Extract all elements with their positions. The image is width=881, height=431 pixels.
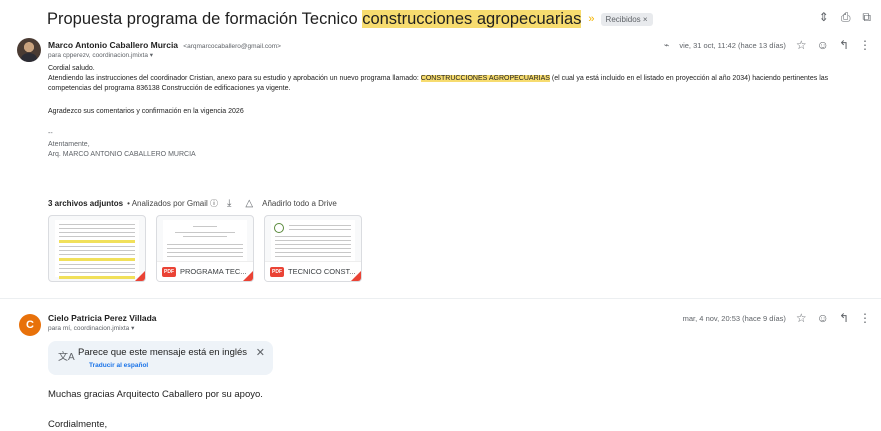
body-thanks: Agradezco sus comentarios y confirmación… (48, 108, 244, 115)
add-to-drive-button[interactable]: Añadirlo todo a Drive (262, 199, 337, 208)
sender-line-2: Cielo Patricia Perez Villada (48, 313, 157, 323)
attachment-thumbnail-2[interactable]: PDF PROGRAMA TEC... (156, 215, 254, 282)
thread-actions: ⇕ ⎙ ⧉ (819, 10, 871, 25)
email-subject: Propuesta programa de formación Tecnico … (47, 9, 582, 28)
signature-name: Arq. MARCO ANTONIO CABALLERO MURCIA (48, 151, 196, 158)
pdf-icon: PDF (162, 266, 176, 277)
print-icon[interactable]: ⎙ (841, 10, 851, 25)
body-paragraph-line1: Atendiendo las instrucciones del coordin… (48, 75, 829, 82)
attachment-label-2: PDF PROGRAMA TEC... (157, 261, 253, 281)
inbox-label-chip[interactable]: Recibidos × (600, 12, 653, 26)
expand-all-icon[interactable]: ⇕ (819, 10, 829, 25)
sender-name-2[interactable]: Cielo Patricia Perez Villada (48, 313, 157, 323)
star-icon[interactable]: ☆ (796, 38, 807, 52)
pdf-icon: PDF (270, 266, 284, 277)
open-new-window-icon[interactable]: ⧉ (862, 10, 871, 25)
signature-dashes: -- (48, 130, 53, 137)
subject-row: Propuesta programa de formación Tecnico … (47, 8, 871, 30)
attachments-count: 3 archivos adjuntos (48, 199, 124, 208)
reply-icon[interactable]: ↰ (839, 311, 849, 325)
sender-name[interactable]: Marco Antonio Caballero Murcia (48, 40, 178, 50)
translate-notice: Parece que este mensaje está en inglés (78, 347, 247, 358)
attachments-header: 3 archivos adjuntos • Analizados por Gma… (48, 198, 337, 209)
important-marker-icon[interactable]: » (588, 13, 594, 25)
attachment-corner-fold (243, 271, 253, 281)
attachment-name-2: PROGRAMA TEC... (180, 267, 247, 276)
spreadsheet-preview (55, 220, 139, 279)
emoji-reaction-icon[interactable]: ☺ (817, 38, 829, 52)
message-meta: ⌁ vie, 31 oct, 11:42 (hace 13 días) ☆ ☺ … (664, 38, 871, 52)
attachment-corner-fold (351, 271, 361, 281)
sender-avatar-2[interactable]: C (19, 314, 41, 336)
attachment-label-3: PDF TECNICO CONST... (265, 261, 361, 281)
attachment-name-3: TECNICO CONST... (288, 267, 356, 276)
translate-banner: 文A Parece que este mensaje está en inglé… (48, 341, 273, 375)
body-highlight: CONSTRUCCIONES AGROPECUARIAS (420, 75, 550, 82)
add-to-drive-icon[interactable]: △ (245, 198, 253, 209)
message-date-2: mar, 4 nov, 20:53 (hace 9 días) (682, 313, 786, 323)
recipients-toggle-2[interactable]: para mí, coordinacion.jmixta ▾ (48, 324, 134, 332)
star-icon[interactable]: ☆ (796, 311, 807, 325)
sender-email: <arqmarcocaballero@gmail.com> (183, 43, 281, 50)
translate-icon: 文A (58, 352, 75, 363)
more-options-icon[interactable]: ⋮ (859, 38, 871, 52)
signature-closing: Atentamente, (48, 141, 90, 148)
message-divider (0, 298, 881, 299)
attachment-clip-icon: ⌁ (663, 39, 670, 50)
attachment-thumbnail-3[interactable]: PDF TECNICO CONST... (264, 215, 362, 282)
message-meta-2: mar, 4 nov, 20:53 (hace 9 días) ☆ ☺ ↰ ⋮ (683, 311, 871, 325)
sender-line: Marco Antonio Caballero Murcia <arqmarco… (48, 40, 281, 50)
attachment-corner-fold (135, 271, 145, 281)
reply-line1: Muchas gracias Arquitecto Caballero por … (48, 389, 263, 400)
document-preview (163, 220, 247, 261)
translate-link[interactable]: Traducir al español (89, 362, 148, 369)
reply-icon[interactable]: ↰ (839, 38, 849, 52)
reply-line2: Cordialmente, (48, 419, 108, 430)
recipients-toggle[interactable]: para cpperezv, coordinacion.jmixta ▾ (48, 51, 153, 59)
attachment-thumbnail-1[interactable] (48, 215, 146, 282)
close-icon[interactable]: ✕ (256, 346, 265, 359)
subject-highlight: construcciones agropecuarias (362, 9, 582, 28)
form-preview (271, 220, 355, 261)
body-greeting: Cordial saludo. (48, 65, 95, 72)
body-paragraph-line2: competencias del programa 836138 Constru… (48, 85, 291, 92)
download-all-icon[interactable]: ⤓ (227, 198, 231, 209)
attachments-scanned-note: • Analizados por Gmail ⓘ (127, 199, 218, 208)
sena-logo-icon (274, 223, 284, 233)
emoji-reaction-icon[interactable]: ☺ (817, 311, 829, 325)
more-options-icon[interactable]: ⋮ (859, 311, 871, 325)
sender-avatar[interactable] (17, 38, 41, 62)
message-date: vie, 31 oct, 11:42 (hace 13 días) (679, 40, 786, 50)
